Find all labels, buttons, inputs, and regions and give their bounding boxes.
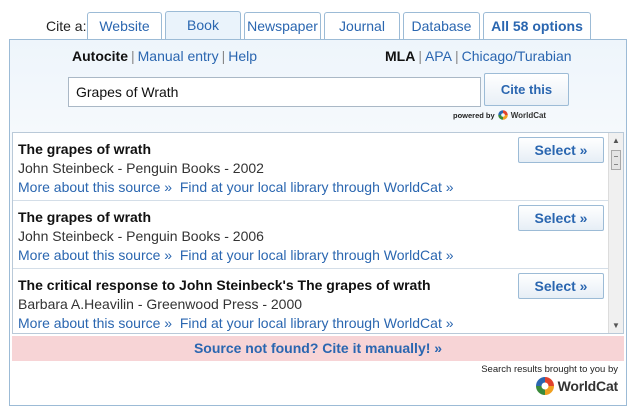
select-button[interactable]: Select » <box>518 273 604 299</box>
worldcat-logo[interactable]: WorldCat <box>535 376 618 396</box>
result-row: The grapes of wrath John Steinbeck - Pen… <box>13 133 609 201</box>
results-list: The grapes of wrath John Steinbeck - Pen… <box>12 132 624 334</box>
scroll-down-icon[interactable]: ▼ <box>609 318 623 333</box>
scroll-thumb[interactable] <box>611 150 621 170</box>
worldcat-logo-icon <box>535 377 554 395</box>
more-about-link[interactable]: More about this source » <box>18 247 172 263</box>
mode-manual-entry[interactable]: Manual entry <box>138 48 219 64</box>
result-row: The critical response to John Steinbeck'… <box>13 269 609 333</box>
style-mla[interactable]: MLA <box>385 48 415 64</box>
separator: | <box>418 48 422 64</box>
cite-label: Cite a: <box>46 18 87 34</box>
cite-mode-nav: Autocite | Manual entry | Help <box>72 48 257 64</box>
tab-website[interactable]: Website <box>87 12 162 39</box>
result-links: More about this source » Find at your lo… <box>18 315 454 331</box>
results-scrollbar[interactable]: ▲ ▼ <box>608 133 623 333</box>
help-link[interactable]: Help <box>228 48 257 64</box>
tab-book[interactable]: Book <box>165 11 241 40</box>
result-title: The grapes of wrath <box>18 209 152 225</box>
tab-newspaper[interactable]: Newspaper <box>244 12 321 39</box>
find-library-link[interactable]: Find at your local library through World… <box>180 315 454 331</box>
find-library-link[interactable]: Find at your local library through World… <box>180 179 454 195</box>
result-row: The grapes of wrath John Steinbeck - Pen… <box>13 201 609 269</box>
find-library-link[interactable]: Find at your local library through World… <box>180 247 454 263</box>
result-links: More about this source » Find at your lo… <box>18 247 454 263</box>
cite-type-tabs: Cite a: Website Book Newspaper Journal D… <box>0 0 634 40</box>
citation-style-nav: MLA | APA | Chicago/Turabian <box>385 48 572 64</box>
separator: | <box>221 48 226 64</box>
citation-panel: Autocite | Manual entry | Help MLA | APA | Chica… <box>9 39 627 406</box>
tab-database[interactable]: Database <box>403 12 480 39</box>
result-meta: John Steinbeck - Penguin Books - 2002 <box>18 160 264 176</box>
more-about-link[interactable]: More about this source » <box>18 179 172 195</box>
cite-this-button[interactable]: Cite this <box>484 73 569 106</box>
cite-manually-link[interactable]: Source not found? Cite it manually! » <box>12 336 624 361</box>
tab-journal[interactable]: Journal <box>324 12 400 39</box>
result-meta: Barbara A.Heavilin - Greenwood Press - 2… <box>18 296 303 312</box>
more-about-link[interactable]: More about this source » <box>18 315 172 331</box>
style-apa[interactable]: APA <box>425 48 452 64</box>
result-links: More about this source » Find at your lo… <box>18 179 454 195</box>
style-chicago[interactable]: Chicago/Turabian <box>462 48 572 64</box>
worldcat-logo-icon <box>497 110 508 120</box>
separator: | <box>131 48 135 64</box>
powered-by-brand: WorldCat <box>510 110 547 120</box>
scroll-up-icon[interactable]: ▲ <box>609 133 623 148</box>
result-title: The grapes of wrath <box>18 141 152 157</box>
powered-by-worldcat: powered by WorldCat <box>453 109 546 121</box>
search-input[interactable] <box>68 77 481 107</box>
search-credit: Search results brought to you by <box>481 364 618 375</box>
worldcat-brand: WorldCat <box>557 378 619 394</box>
select-button[interactable]: Select » <box>518 137 604 163</box>
select-button[interactable]: Select » <box>518 205 604 231</box>
result-title: The critical response to John Steinbeck'… <box>18 277 431 293</box>
tab-all-options[interactable]: All 58 options <box>483 12 591 39</box>
powered-by-label: powered by <box>453 110 495 120</box>
mode-autocite[interactable]: Autocite <box>72 48 128 64</box>
separator: | <box>454 48 459 64</box>
result-meta: John Steinbeck - Penguin Books - 2006 <box>18 228 264 244</box>
